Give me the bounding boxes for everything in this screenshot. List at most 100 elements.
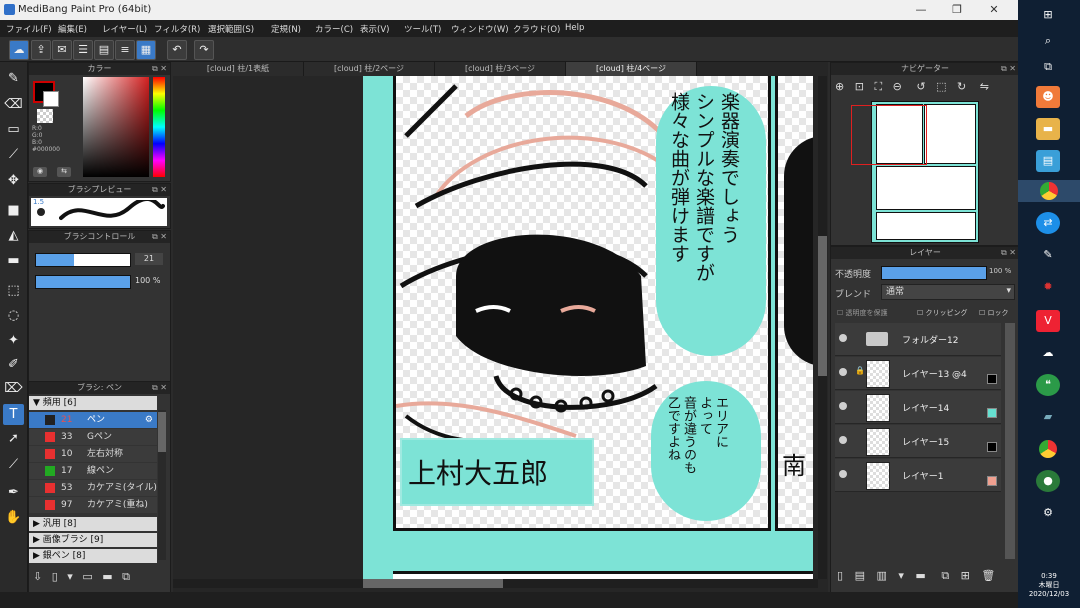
zoom-actual-icon[interactable]: ⛶	[874, 80, 882, 93]
vivaldi-icon[interactable]: V	[1036, 310, 1060, 332]
menu-color[interactable]: カラー(C)	[315, 23, 353, 35]
tab-page-2[interactable]: [cloud] 柱/2ページ	[304, 62, 435, 76]
page-icon[interactable]: ▤	[94, 40, 114, 60]
add-layer-menu-icon[interactable]: ▾	[898, 569, 904, 582]
menu-window[interactable]: ウィンドウ(W)	[451, 23, 509, 35]
visibility-eye-icon[interactable]	[839, 436, 847, 444]
lock-checkbox[interactable]: ☐ ロック	[979, 308, 1009, 318]
navigator-viewport[interactable]	[851, 105, 927, 165]
merge-layer-icon[interactable]: ⊞	[961, 569, 970, 582]
menu-file[interactable]: ファイル(F)	[6, 23, 52, 35]
start-icon[interactable]: ⊞	[1036, 4, 1060, 26]
hangouts-icon[interactable]: ❝	[1036, 374, 1060, 396]
new-brush-icon[interactable]: ▯	[52, 570, 58, 583]
hand-tool-icon[interactable]: ✋	[3, 507, 24, 528]
maximize-button[interactable]: ❐	[940, 0, 974, 20]
lasso-tool-icon[interactable]: ◌	[3, 305, 24, 326]
pen-app-icon[interactable]: ✎	[1036, 244, 1060, 266]
zoom-fit-icon[interactable]: ⊡	[855, 80, 864, 93]
new-halftone-layer-icon[interactable]: ▤	[855, 569, 865, 582]
chrome-icon[interactable]	[1036, 438, 1060, 460]
tablet-app-icon[interactable]: ▰	[1036, 406, 1060, 428]
cloud-icon[interactable]: ☁	[9, 40, 29, 60]
gradient-tool-icon[interactable]: ▬	[3, 250, 24, 271]
layer-row[interactable]: レイヤー1	[835, 459, 1001, 492]
menu-edit[interactable]: 編集(E)	[58, 23, 87, 35]
tab-page-1[interactable]: [cloud] 柱/1表紙	[173, 62, 304, 76]
menu-help[interactable]: Help	[565, 23, 584, 33]
chrome-active-icon[interactable]	[1018, 180, 1080, 202]
bucket-tool-icon[interactable]: ◭	[3, 225, 24, 246]
layer-opacity-slider[interactable]	[881, 266, 987, 280]
line-tool-icon[interactable]: ⟋	[3, 144, 24, 165]
menu-ruler[interactable]: 定規(N)	[271, 23, 301, 35]
clipping-checkbox[interactable]: ☐ クリッピング	[917, 308, 968, 318]
duplicate-icon[interactable]: ⧉	[122, 570, 130, 583]
app-pet-icon[interactable]: ☻	[1036, 86, 1060, 108]
layer-row[interactable]: レイヤー13 @4 🔒	[835, 357, 1001, 390]
list-icon[interactable]: ≡	[115, 40, 135, 60]
text-tool-icon[interactable]: T	[3, 404, 24, 425]
rotate-right-icon[interactable]: ↻	[957, 80, 966, 93]
new-layer-icon[interactable]: ▯	[837, 569, 843, 582]
visibility-eye-icon[interactable]	[839, 334, 847, 342]
rect-fill-tool-icon[interactable]: ■	[3, 200, 24, 221]
opacity-slider[interactable]	[35, 275, 131, 289]
new-folder-icon[interactable]: ▬	[915, 569, 925, 582]
brush-item[interactable]: 10 左右対称	[29, 446, 157, 462]
brush-list-scrollbar[interactable]	[158, 410, 166, 560]
brush-group-general[interactable]: ▶ 汎用 [8]	[29, 517, 157, 531]
brush-item[interactable]: 53 カケアミ(タイル)	[29, 480, 157, 496]
brush-group-main[interactable]: ▼ 頻用 [6]	[29, 396, 157, 410]
select-pen-tool-icon[interactable]: ✐	[3, 354, 24, 375]
brush-settings-gear-icon[interactable]: ⚙	[145, 412, 153, 428]
minimize-button[interactable]: —	[904, 0, 938, 20]
divide-tool-icon[interactable]: ⟋	[3, 454, 24, 475]
visibility-eye-icon[interactable]	[839, 368, 847, 376]
tab-page-4[interactable]: [cloud] 柱/4ページ	[566, 62, 697, 76]
brush-tool-icon[interactable]: ✎	[3, 68, 24, 89]
select-eraser-tool-icon[interactable]: ⌦	[3, 378, 24, 399]
manga-page[interactable]: 楽器演奏でしょう シンプルな楽譜ですが 様々な曲が弾けます エリアに よって 音…	[363, 76, 813, 579]
select-rect-tool-icon[interactable]: ⬚	[3, 280, 24, 301]
layer-list-scrollbar[interactable]	[1005, 323, 1015, 559]
file-explorer-icon[interactable]: ▬	[1036, 118, 1060, 140]
new-8bit-layer-icon[interactable]: ▥	[876, 569, 886, 582]
store-icon[interactable]: ▤	[1036, 150, 1060, 172]
undo-icon[interactable]: ↶	[167, 40, 187, 60]
panel-controls-icon[interactable]: ⧉ ✕	[152, 63, 167, 75]
task-view-icon[interactable]: ⧉	[1036, 56, 1060, 78]
panel-controls-icon[interactable]: ⧉ ✕	[1001, 247, 1016, 259]
add-brush-icon[interactable]: ⇩	[33, 570, 42, 583]
panel-controls-icon[interactable]: ⧉ ✕	[1001, 63, 1016, 75]
shape-tool-icon[interactable]: ▭	[3, 119, 24, 140]
swap-color-icon[interactable]: ⇆	[57, 167, 71, 177]
clock[interactable]: 0:39 木曜日 2020/12/03	[1018, 572, 1080, 599]
brush-settings-icon[interactable]: ▭	[82, 570, 92, 583]
move-tool-icon[interactable]: ✥	[3, 170, 24, 191]
rotate-left-icon[interactable]: ↺	[916, 80, 925, 93]
protect-alpha-checkbox[interactable]: ☐ 透明度を保護	[837, 308, 888, 318]
background-color-swatch[interactable]	[43, 91, 59, 107]
brush-item[interactable]: 17 線ペン	[29, 463, 157, 479]
close-button[interactable]: ✕	[977, 0, 1011, 20]
menu-layer[interactable]: レイヤー(L)	[102, 23, 147, 35]
share-icon[interactable]: ⇪	[31, 40, 51, 60]
panel-controls-icon[interactable]: ⧉ ✕	[152, 184, 167, 196]
brush-group-image[interactable]: ▶ 画像ブラシ [9]	[29, 533, 157, 547]
visibility-eye-icon[interactable]	[839, 402, 847, 410]
brush-group-silver[interactable]: ▶ 銀ペン [8]	[29, 549, 157, 563]
zoom-out-icon[interactable]: ⊖	[893, 80, 902, 93]
zoom-in-icon[interactable]: ⊕	[835, 80, 844, 93]
bug-app-icon[interactable]: ✹	[1036, 276, 1060, 298]
horizontal-scrollbar[interactable]	[173, 579, 818, 588]
panel-controls-icon[interactable]: ⧉ ✕	[152, 231, 167, 243]
transparent-swatch[interactable]	[37, 109, 53, 123]
layer-row[interactable]: フォルダー12	[835, 323, 1001, 356]
visibility-eye-icon[interactable]	[839, 470, 847, 478]
layer-row[interactable]: レイヤー15	[835, 425, 1001, 458]
chat-icon[interactable]: ☰	[73, 40, 93, 60]
grid-icon[interactable]: ▦	[136, 40, 156, 60]
fit-window-icon[interactable]: ⬚	[936, 80, 946, 93]
brush-item[interactable]: 33 Gペン	[29, 429, 157, 445]
